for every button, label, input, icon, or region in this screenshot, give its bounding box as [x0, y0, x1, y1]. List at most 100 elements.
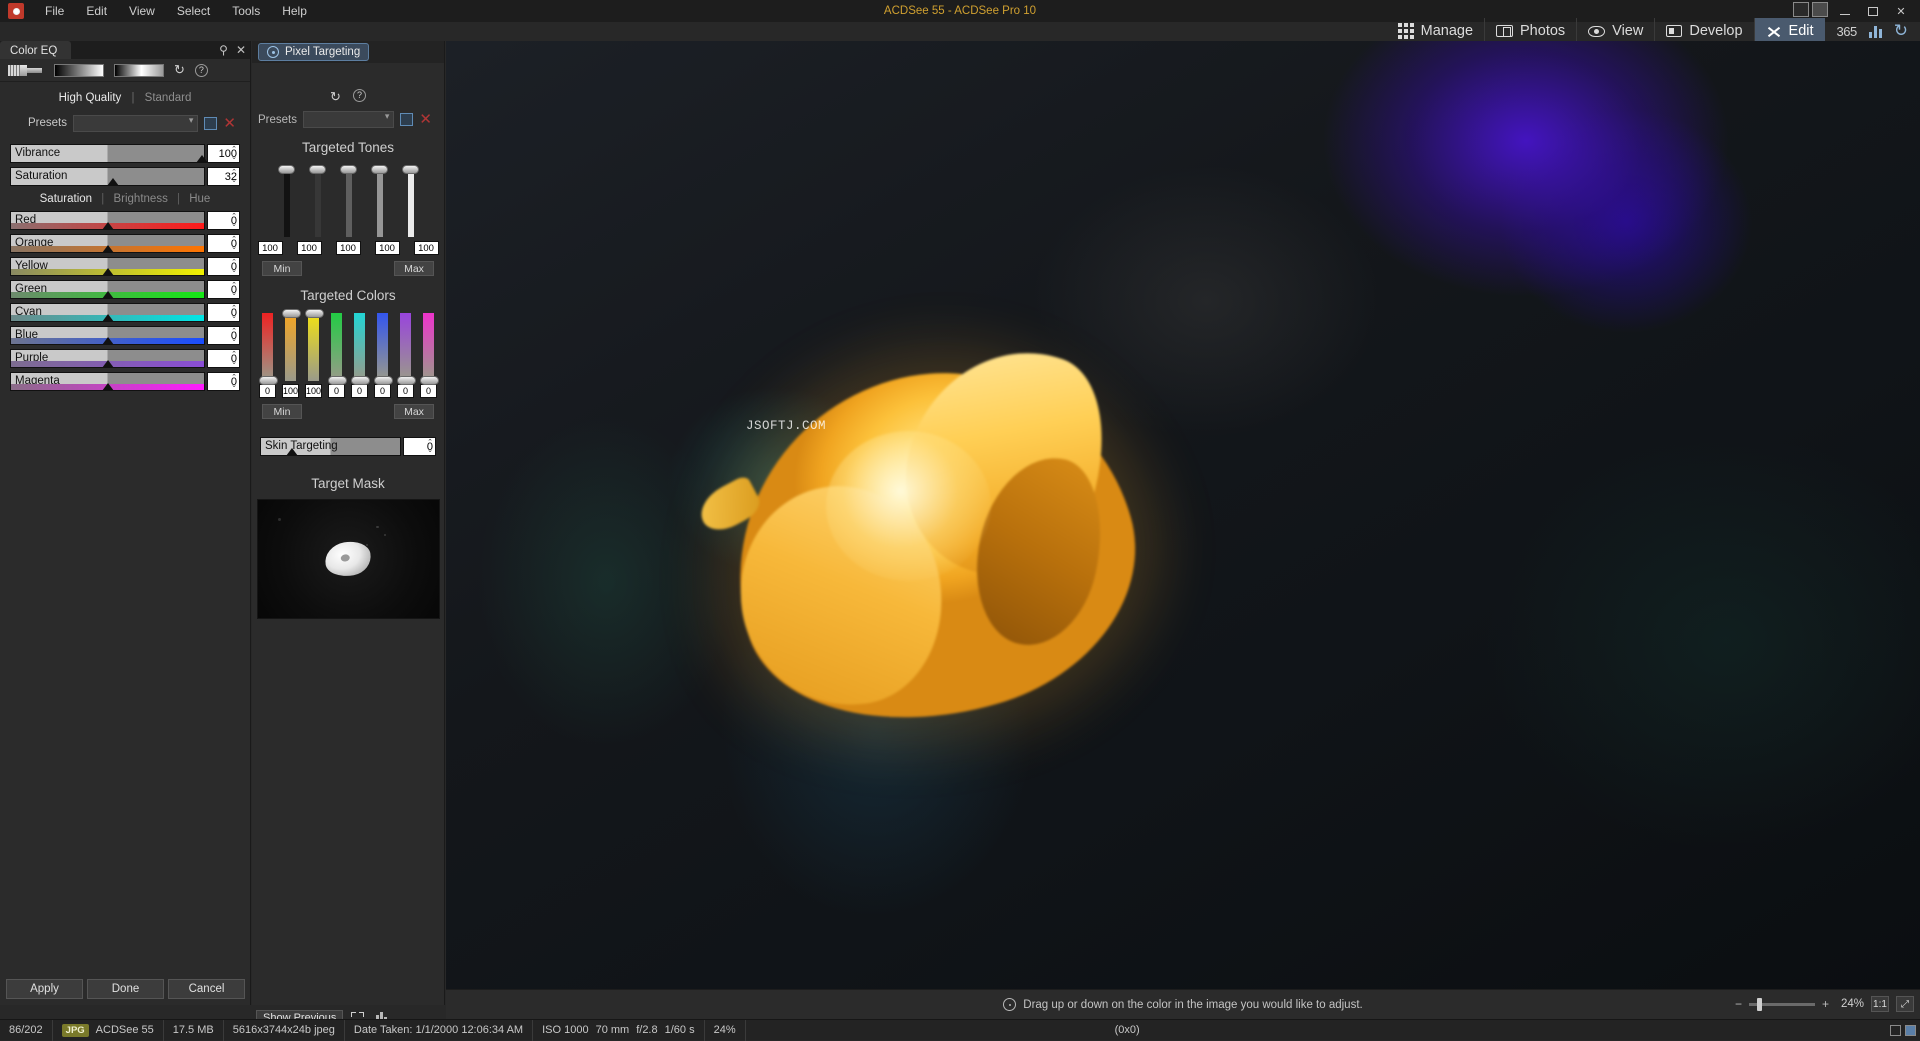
color-eq-subtabs[interactable]: Saturation | Brightness | Hue [0, 186, 250, 207]
targeted-color-thumb-6[interactable] [397, 376, 416, 385]
targeted-color-slider-0[interactable] [259, 313, 276, 381]
tone-slider-2[interactable] [340, 165, 357, 237]
slider-cyan-track[interactable]: Cyan [10, 303, 205, 322]
pixel-targeting-presets-row[interactable]: Presets ✕ [252, 105, 444, 128]
spinner-arrows-icon[interactable]: ⌃⌄ [231, 305, 237, 321]
tone-value-0[interactable]: 100 [258, 241, 283, 255]
slider-yellow-value[interactable]: 0⌃⌄ [207, 257, 240, 276]
tone-slider-thumb-3[interactable] [371, 165, 388, 174]
quality-high[interactable]: High Quality [59, 92, 122, 104]
slider-yellow[interactable]: Yellow0⌃⌄ [0, 257, 250, 276]
panel-tab-tools[interactable]: ⚲ ✕ [219, 43, 246, 57]
menu-item-tools[interactable]: Tools [221, 0, 271, 22]
slider-vibrance-value[interactable]: 100 ⌃⌄ [207, 144, 240, 163]
spinner-arrows-icon[interactable]: ⌃⌄ [231, 282, 237, 298]
zoom-slider-thumb[interactable] [1757, 998, 1762, 1011]
targeted-color-value-7[interactable]: 0 [420, 384, 437, 398]
help-icon[interactable]: ? [353, 89, 366, 102]
menu-item-view[interactable]: View [118, 0, 166, 22]
slider-blue[interactable]: Blue0⌃⌄ [0, 326, 250, 345]
status-view-icon[interactable] [1890, 1025, 1901, 1036]
slider-red[interactable]: Red0⌃⌄ [0, 211, 250, 230]
targeted-color-value-3[interactable]: 0 [328, 384, 345, 398]
targeted-color-value-1[interactable]: 100 [282, 384, 299, 398]
targeted-color-thumb-0[interactable] [259, 376, 278, 385]
targeted-color-thumb-7[interactable] [420, 376, 439, 385]
menu-item-file[interactable]: File [34, 0, 75, 22]
save-icon[interactable] [204, 117, 217, 130]
zoom-in-icon[interactable]: + [1822, 997, 1829, 1011]
slider-vibrance[interactable]: Vibrance 100 ⌃⌄ [0, 144, 250, 163]
slider-green-value[interactable]: 0⌃⌄ [207, 280, 240, 299]
skin-targeting-row[interactable]: Skin Targeting 0 ⌃⌄ [252, 437, 444, 456]
status-right-icons[interactable] [1890, 1025, 1920, 1036]
apply-button[interactable]: Apply [6, 979, 83, 999]
pixel-targeting-toolbar[interactable]: ↻ ? [252, 63, 444, 105]
slider-saturation-value[interactable]: 32 ⌃⌄ [207, 167, 240, 186]
spinner-arrows-icon[interactable]: ⌃⌄ [231, 328, 237, 344]
targeted-color-thumb-3[interactable] [328, 376, 347, 385]
slider-purple-thumb[interactable] [102, 360, 114, 368]
targeted-color-value-5[interactable]: 0 [374, 384, 391, 398]
slider-red-value[interactable]: 0⌃⌄ [207, 211, 240, 230]
menu-item-edit[interactable]: Edit [75, 0, 118, 22]
slider-purple[interactable]: Purple0⌃⌄ [0, 349, 250, 368]
layout-toggle-group[interactable] [1793, 2, 1828, 17]
targeted-color-slider-3[interactable] [328, 313, 345, 381]
slider-saturation-track[interactable]: Saturation [10, 167, 205, 186]
skin-targeting-track[interactable]: Skin Targeting [260, 437, 401, 456]
tone-value-4[interactable]: 100 [414, 241, 439, 255]
slider-cyan[interactable]: Cyan0⌃⌄ [0, 303, 250, 322]
slider-yellow-track[interactable]: Yellow [10, 257, 205, 276]
targeted-color-slider-5[interactable] [374, 313, 391, 381]
targeted-colors-values[interactable]: 010010000000 [252, 384, 444, 398]
tone-slider-4[interactable] [402, 165, 419, 237]
done-button[interactable]: Done [87, 979, 164, 999]
color-eq-toolbar[interactable]: ↻ ? [0, 59, 250, 82]
tab-color-eq[interactable]: Color EQ [0, 41, 71, 59]
pin-icon[interactable]: ⚲ [219, 43, 228, 57]
tone-slider-0[interactable] [278, 165, 295, 237]
slider-magenta-value[interactable]: 0⌃⌄ [207, 372, 240, 391]
tab-pixel-targeting[interactable]: Pixel Targeting [258, 43, 369, 61]
slider-orange[interactable]: Orange0⌃⌄ [0, 234, 250, 253]
skin-targeting-value[interactable]: 0 ⌃⌄ [403, 437, 436, 456]
help-icon[interactable]: ? [195, 64, 208, 77]
reset-icon[interactable]: ↻ [174, 62, 185, 78]
slider-green-track[interactable]: Green [10, 280, 205, 299]
color-eq-presets-row[interactable]: Presets ✕ [0, 112, 250, 134]
save-icon[interactable] [400, 113, 413, 126]
targeted-color-slider-1[interactable] [282, 313, 299, 381]
slider-purple-value[interactable]: 0⌃⌄ [207, 349, 240, 368]
menu-item-select[interactable]: Select [166, 0, 221, 22]
slider-magenta[interactable]: Magenta0⌃⌄ [0, 372, 250, 391]
slider-saturation-thumb[interactable] [107, 178, 119, 186]
layout-split-icon[interactable] [1812, 2, 1828, 17]
histogram-icon[interactable] [1869, 24, 1882, 38]
tone-slider-thumb-1[interactable] [309, 165, 326, 174]
slider-magenta-track[interactable]: Magenta [10, 372, 205, 391]
slider-blue-value[interactable]: 0⌃⌄ [207, 326, 240, 345]
menu-item-help[interactable]: Help [271, 0, 318, 22]
targeted-tones-sliders[interactable] [252, 165, 444, 237]
slider-yellow-thumb[interactable] [102, 268, 114, 276]
cancel-button[interactable]: Cancel [168, 979, 245, 999]
targeted-color-thumb-1[interactable] [282, 309, 301, 318]
tone-slider-thumb-0[interactable] [278, 165, 295, 174]
targeted-color-value-4[interactable]: 0 [351, 384, 368, 398]
tone-slider-3[interactable] [371, 165, 388, 237]
spinner-arrows-icon[interactable]: ⌃⌄ [231, 351, 237, 367]
zoom-expand-button[interactable]: ⤢ [1896, 996, 1914, 1012]
targeted-color-value-0[interactable]: 0 [259, 384, 276, 398]
refresh-icon[interactable]: ↻ [1894, 21, 1908, 41]
zoom-fit-button[interactable]: 1:1 [1871, 996, 1889, 1012]
spinner-arrows-icon[interactable]: ⌃⌄ [231, 374, 237, 390]
mode-extra-icons[interactable]: 365 ↻ [1825, 21, 1920, 41]
tones-max-button[interactable]: Max [394, 261, 434, 276]
skin-targeting-thumb[interactable] [286, 448, 298, 456]
target-mask-preview[interactable] [257, 499, 440, 619]
spinner-arrows-icon[interactable]: ⌃⌄ [231, 213, 237, 229]
targeted-tones-values[interactable]: 100100100100100 [252, 241, 444, 255]
presets-dropdown[interactable] [73, 115, 198, 132]
tone-value-2[interactable]: 100 [336, 241, 361, 255]
